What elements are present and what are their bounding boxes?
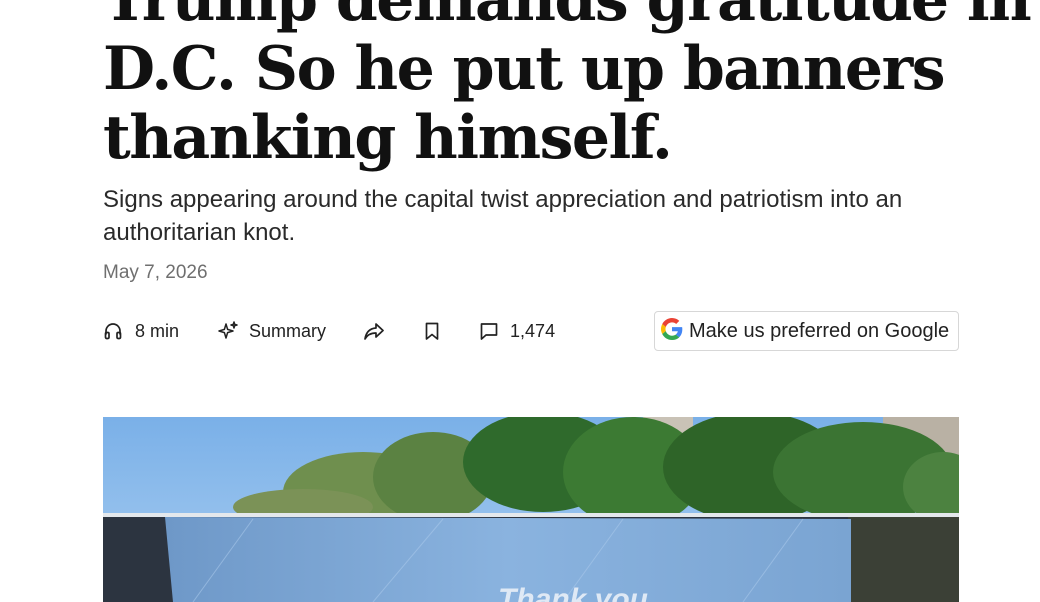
google-button-label: Make us preferred on Google: [689, 319, 950, 342]
comments-button[interactable]: 1,474: [479, 311, 555, 351]
lead-photo: Thank you: [103, 417, 959, 602]
listen-button[interactable]: 8 min: [103, 311, 179, 351]
sparkle-icon: [217, 320, 239, 342]
headline-line: thanking himself.: [103, 103, 673, 173]
banner-text: Thank you: [498, 583, 648, 602]
listen-duration: 8 min: [135, 320, 180, 341]
article-dek: Signs appearing around the capital twist…: [103, 186, 903, 246]
headphones-icon: [103, 321, 123, 341]
comments-count: 1,474: [510, 320, 556, 341]
summary-label: Summary: [249, 320, 327, 341]
share-arrow-icon: [363, 320, 385, 342]
save-button[interactable]: [422, 311, 442, 351]
publish-date: May 7, 2026: [103, 262, 208, 283]
article-headline: Trump demands gratitude in D.C. So he pu…: [103, 0, 1032, 173]
bookmark-icon: [422, 321, 442, 341]
summary-button[interactable]: Summary: [217, 311, 326, 351]
headline-line: D.C. So he put up banners: [103, 34, 945, 104]
preferred-source-google-button[interactable]: Make us preferred on Google: [654, 311, 959, 351]
headline-line: Trump demands gratitude in: [103, 0, 1032, 35]
share-button[interactable]: [363, 311, 385, 351]
comment-icon: [479, 321, 499, 341]
google-g-icon: [661, 317, 683, 345]
